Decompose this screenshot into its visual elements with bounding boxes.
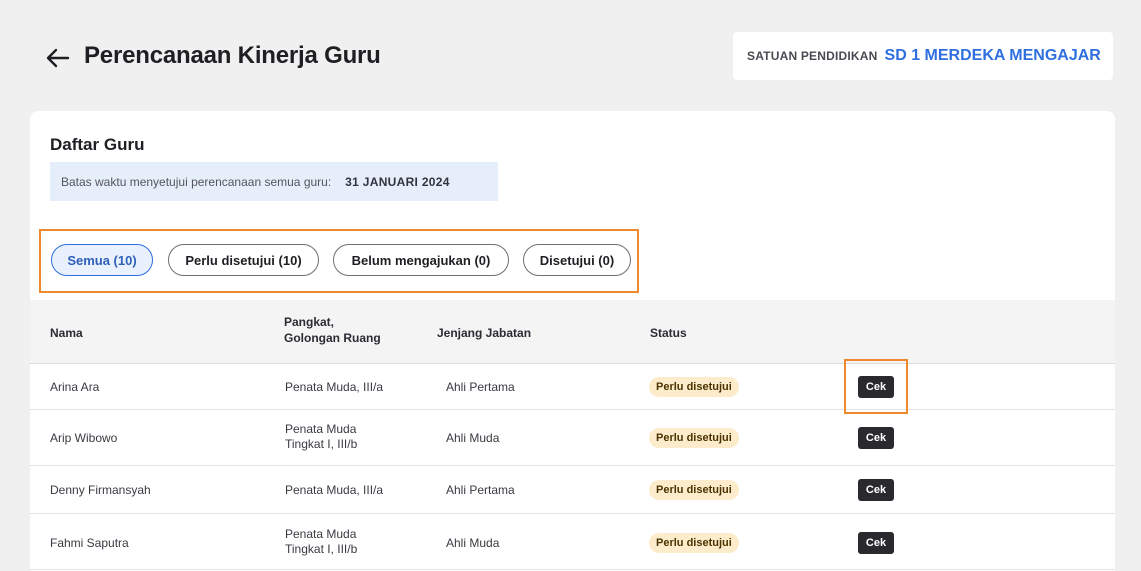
back-arrow-icon[interactable] [44,44,72,72]
column-header-level: Jenjang Jabatan [437,326,532,340]
teacher-rank: Penata Muda, III/a [285,483,384,497]
status-badge: Perlu disetujui [649,533,739,553]
cek-button[interactable]: Cek [858,427,894,449]
column-header-name: Nama [50,326,83,340]
teacher-rank: Penata Muda, III/a [285,380,384,394]
teacher-name: Denny Firmansyah [50,483,151,497]
column-header-rank-line1: Pangkat, [284,315,335,329]
cek-button[interactable]: Cek [858,532,894,554]
teacher-rank: Penata Muda Tingkat I, III/b [285,527,357,557]
school-name: SD 1 MERDEKA MENGAJAR [884,47,1101,64]
deadline-banner: Batas waktu menyetujui perencanaan semua… [50,162,498,201]
teacher-level: Ahli Muda [446,431,500,445]
column-header-status: Status [650,326,687,340]
teacher-rank-line1: Penata Muda [285,527,357,541]
deadline-date: 31 JANUARI 2024 [345,174,450,189]
teacher-level: Ahli Pertama [446,380,515,394]
teacher-name: Arip Wibowo [50,431,118,445]
teacher-rank: Penata Muda Tingkat I, III/b [285,422,357,452]
status-badge: Perlu disetujui [649,480,739,500]
table-row: Denny Firmansyah Penata Muda, III/a Ahli… [30,466,1115,514]
table-row: Arip Wibowo Penata Muda Tingkat I, III/b… [30,410,1115,466]
table-row: Arina Ara Penata Muda, III/a Ahli Pertam… [30,364,1115,410]
teacher-rank-line2: Tingkat I, III/b [285,437,358,451]
cek-highlight-box [844,359,908,414]
teacher-rank-line2: Tingkat I, III/b [285,542,358,556]
teacher-level: Ahli Muda [446,536,500,550]
teacher-list-card: Daftar Guru Batas waktu menyetujui peren… [30,111,1115,571]
school-label: SATUAN PENDIDIKAN [747,49,878,63]
card-title: Daftar Guru [50,135,145,154]
status-badge: Perlu disetujui [649,377,739,397]
column-header-rank-line2: Golongan Ruang [284,331,381,345]
school-info-box: SATUAN PENDIDIKAN SD 1 MERDEKA MENGAJAR [733,32,1113,80]
cek-button[interactable]: Cek [858,479,894,501]
deadline-label: Batas waktu menyetujui perencanaan semua… [61,174,332,189]
table-header: Nama Pangkat, Golongan Ruang Jenjang Jab… [30,300,1115,364]
status-badge: Perlu disetujui [649,428,739,448]
teacher-name: Arina Ara [50,380,100,394]
page-title: Perencanaan Kinerja Guru [84,42,381,69]
column-header-rank: Pangkat, Golongan Ruang [284,314,381,346]
tabs-highlight-box [39,229,639,293]
teacher-name: Fahmi Saputra [50,536,129,550]
table-row: Fahmi Saputra Penata Muda Tingkat I, III… [30,514,1115,570]
teacher-rank-line1: Penata Muda [285,422,357,436]
teacher-level: Ahli Pertama [446,483,515,497]
